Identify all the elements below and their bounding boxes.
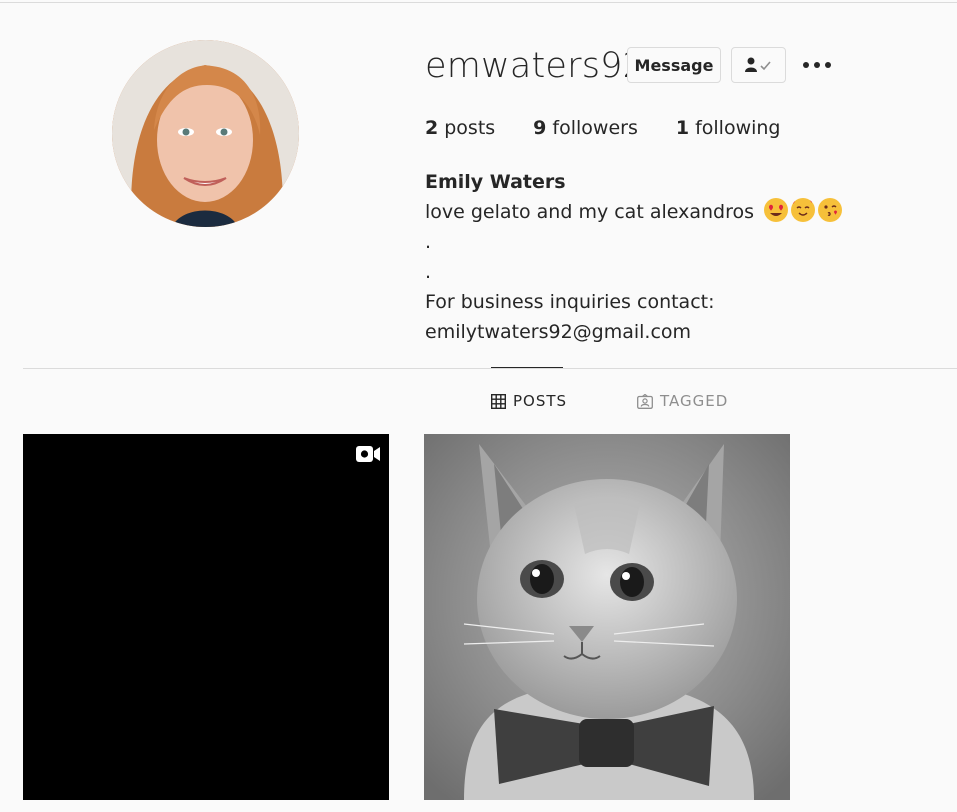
tab-posts[interactable]: POSTS	[491, 392, 567, 410]
following-label: following	[695, 117, 781, 139]
full-name: Emily Waters	[425, 171, 566, 193]
followers-label: followers	[552, 117, 638, 139]
tabs-divider	[23, 368, 957, 369]
post-video-thumbnail[interactable]	[23, 434, 389, 800]
message-button[interactable]: Message	[627, 47, 721, 83]
more-options-icon[interactable]	[803, 54, 831, 76]
video-icon	[356, 446, 380, 462]
following-stat[interactable]: 1 following	[676, 117, 781, 139]
tab-tagged-label: TAGGED	[660, 392, 729, 410]
smiling-hearts-emoji	[791, 198, 816, 222]
post-cat-photo[interactable]	[424, 434, 790, 800]
bio-dot: .	[425, 261, 432, 283]
heart-eyes-emoji	[764, 198, 789, 222]
active-tab-indicator	[491, 367, 563, 368]
more-dot	[814, 62, 820, 68]
avatar-image	[112, 40, 299, 227]
posts-count: 2	[425, 117, 439, 139]
bio-line: love gelato and my cat alexandros	[425, 197, 955, 227]
bio-dot: .	[425, 231, 432, 253]
tagged-icon	[637, 393, 653, 409]
profile-bio: Emily Waters love gelato and my cat alex…	[425, 167, 955, 347]
tab-tagged[interactable]: TAGGED	[637, 392, 728, 410]
posts-label: posts	[444, 117, 496, 139]
tab-posts-label: POSTS	[513, 392, 568, 410]
profile-stats: 2 posts 9 followers 1 following	[425, 117, 819, 139]
followers-count: 9	[533, 117, 547, 139]
bio-text: love gelato and my cat alexandros	[425, 201, 755, 223]
profile-avatar[interactable]	[112, 40, 299, 227]
top-divider	[0, 2, 957, 3]
posts-stat: 2 posts	[425, 117, 495, 139]
profile-page: emwaters92 Message 2 posts 9 followers 1 fo…	[0, 0, 957, 812]
cat-with-bowtie-image	[424, 434, 790, 800]
followers-stat[interactable]: 9 followers	[533, 117, 638, 139]
following-button[interactable]	[731, 47, 786, 83]
bio-emojis	[764, 198, 843, 222]
bio-contact: For business inquiries contact: emilytwa…	[425, 291, 715, 343]
grid-icon	[491, 393, 506, 409]
more-dot	[803, 62, 809, 68]
profile-username: emwaters92	[425, 46, 646, 86]
more-dot	[825, 62, 831, 68]
kissing-emoji	[818, 198, 843, 222]
following-count: 1	[675, 117, 690, 139]
person-check-icon	[744, 57, 771, 72]
